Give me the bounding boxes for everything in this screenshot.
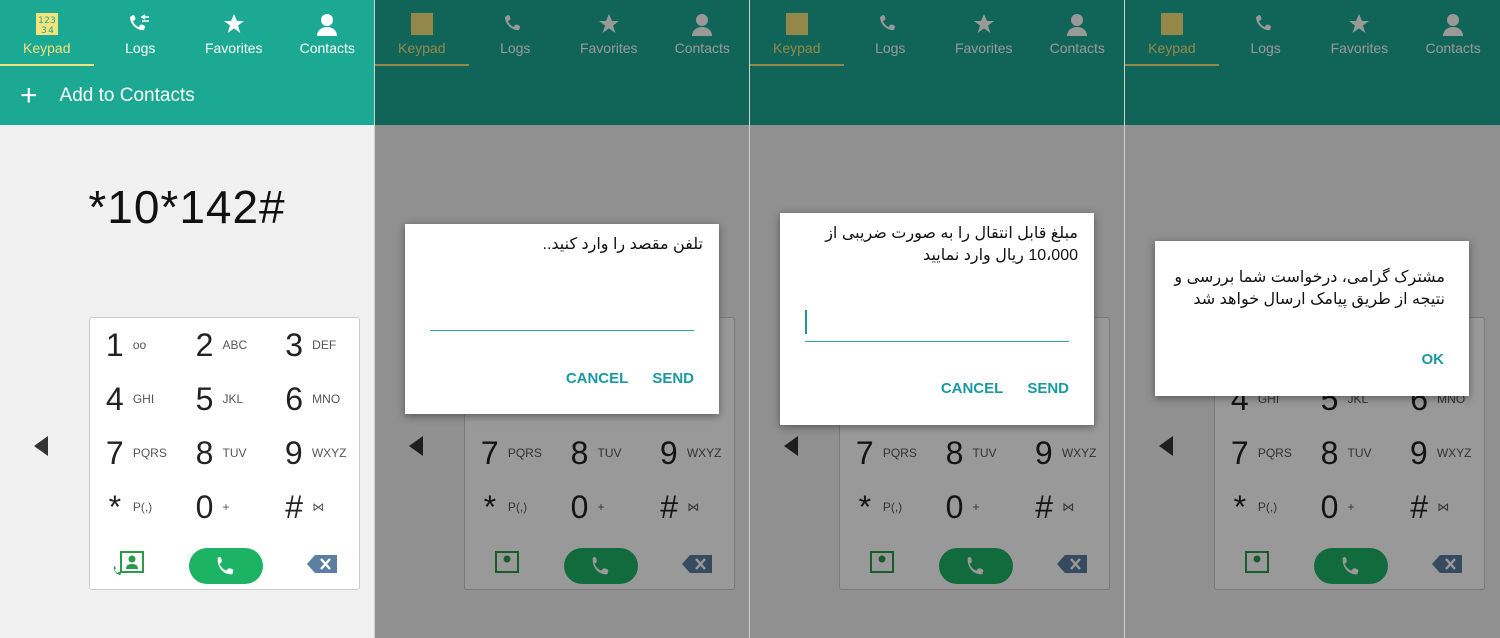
key-9[interactable]: 9 WXYZ <box>269 426 359 480</box>
dialog-message: تلفن مقصد را وارد کنید.. <box>542 236 704 253</box>
add-contact-icon[interactable] <box>112 550 146 583</box>
key-letters: WXYZ <box>311 446 347 460</box>
tab-favorites[interactable]: Favorites <box>187 0 281 66</box>
tab-contacts[interactable]: Contacts <box>281 0 375 66</box>
cancel-button[interactable]: CANCEL <box>941 380 1004 397</box>
dialog-message-line-2: 10،000 ریال وارد نمایید <box>923 247 1078 264</box>
star-icon <box>222 12 246 36</box>
key-letters: P(,) <box>132 500 153 514</box>
key-digit: 7 <box>105 434 124 471</box>
enter-number-dialog: تلفن مقصد را وارد کنید.. CANCEL SEND <box>405 224 719 414</box>
key-3[interactable]: 3 DEF <box>269 318 359 372</box>
dialog-message-line-1: مشترک گرامی، درخواست شما بررسی و <box>1174 269 1445 286</box>
svg-text:1: 1 <box>38 16 44 26</box>
key-1[interactable]: 1 oo <box>90 318 180 372</box>
key-letters: ⋈ <box>312 500 325 514</box>
keypad-icon: 12334 <box>35 12 59 36</box>
send-button[interactable]: SEND <box>1027 380 1069 397</box>
amount-input[interactable] <box>805 341 1069 342</box>
key-7[interactable]: 7 PQRS <box>90 426 180 480</box>
key-digit: 1 <box>105 326 124 363</box>
add-to-contacts-row[interactable]: + Add to Contacts <box>0 66 374 125</box>
key-8[interactable]: 8 TUV <box>180 426 270 480</box>
logs-icon <box>128 12 152 36</box>
dialer-screen-3: Keypad Logs Favorites Contacts 1oo 2ABC … <box>750 0 1125 638</box>
key-4[interactable]: 4 GHI <box>90 372 180 426</box>
key-digit: * <box>108 488 122 525</box>
tab-logs-label: Logs <box>125 40 156 56</box>
tab-keypad[interactable]: 12334 Keypad <box>0 0 94 66</box>
person-icon <box>315 12 339 36</box>
keypad: 1oo 2ABC 3DEF 4GHI 5JKL 6MNO 7PQRS 8TUV … <box>89 317 360 590</box>
key-digit: 2 <box>195 326 214 363</box>
key-letters: GHI <box>132 392 155 406</box>
key-letters: PQRS <box>132 446 167 460</box>
tab-contacts-label: Contacts <box>299 40 355 56</box>
top-bar: 12334 Keypad Logs Favorites Contacts + A… <box>0 0 374 125</box>
dialog-message: مشترک گرامی، درخواست شما بررسی و نتیجه ا… <box>1165 267 1445 311</box>
plus-icon: + <box>20 78 38 112</box>
key-digit: 3 <box>285 326 304 363</box>
dialog-message-line-2: نتیجه از طریق پیامک ارسال خواهد شد <box>1193 291 1445 308</box>
dialer-screen-1: 12334 Keypad Logs Favorites Contacts + A… <box>0 0 375 638</box>
key-0[interactable]: 0 + <box>180 480 270 534</box>
key-letters: TUV <box>222 446 247 460</box>
dialog-message-line-1: مبلغ قابل انتقال را به صورت ضریبی از <box>825 225 1078 242</box>
key-letters: DEF <box>312 338 337 352</box>
dialer-screen-4: Keypad Logs Favorites Contacts 1oo 2ABC … <box>1125 0 1500 638</box>
voicemail-icon: oo <box>132 338 147 352</box>
key-digit: 6 <box>285 380 304 417</box>
phone-icon <box>217 556 233 575</box>
dialed-number: *10*142# <box>88 181 286 233</box>
key-digit: 8 <box>195 434 214 471</box>
key-6[interactable]: 6 MNO <box>269 372 359 426</box>
enter-amount-dialog: مبلغ قابل انتقال را به صورت ضریبی از 10،… <box>780 213 1094 425</box>
key-digit: 4 <box>105 380 124 417</box>
result-dialog: مشترک گرامی، درخواست شما بررسی و نتیجه ا… <box>1155 241 1469 396</box>
tab-keypad-label: Keypad <box>23 40 71 56</box>
svg-text:3: 3 <box>50 16 56 26</box>
key-digit: 0 <box>195 488 214 525</box>
key-digit: # <box>285 488 304 525</box>
svg-text:2: 2 <box>44 16 50 26</box>
svg-text:3: 3 <box>41 26 47 36</box>
dialer-screen-2: Keypad Logs Favorites Contacts 1oo 2ABC … <box>375 0 750 638</box>
text-cursor <box>805 310 807 334</box>
key-digit: 5 <box>195 380 214 417</box>
key-digit: 9 <box>284 434 303 471</box>
key-letters: + <box>222 500 230 514</box>
tab-logs[interactable]: Logs <box>94 0 188 66</box>
key-letters: MNO <box>312 392 341 406</box>
phone-number-input[interactable] <box>430 330 694 331</box>
key-letters: ABC <box>222 338 248 352</box>
ok-button[interactable]: OK <box>1422 351 1445 368</box>
backspace-icon[interactable] <box>306 554 338 579</box>
send-button[interactable]: SEND <box>652 370 694 387</box>
add-to-contacts-label: Add to Contacts <box>59 84 195 106</box>
tab-bar: 12334 Keypad Logs Favorites Contacts <box>0 0 374 66</box>
hide-keypad-icon[interactable] <box>34 436 48 456</box>
key-letters: JKL <box>222 392 244 406</box>
svg-text:4: 4 <box>48 26 54 36</box>
key-5[interactable]: 5 JKL <box>180 372 270 426</box>
call-button[interactable] <box>188 548 263 584</box>
tab-favorites-label: Favorites <box>204 40 263 56</box>
key-hash[interactable]: # ⋈ <box>269 480 359 534</box>
key-2[interactable]: 2 ABC <box>180 318 270 372</box>
cancel-button[interactable]: CANCEL <box>566 370 629 387</box>
key-star[interactable]: * P(,) <box>90 480 180 534</box>
dialog-message: مبلغ قابل انتقال را به صورت ضریبی از 10،… <box>788 223 1078 267</box>
